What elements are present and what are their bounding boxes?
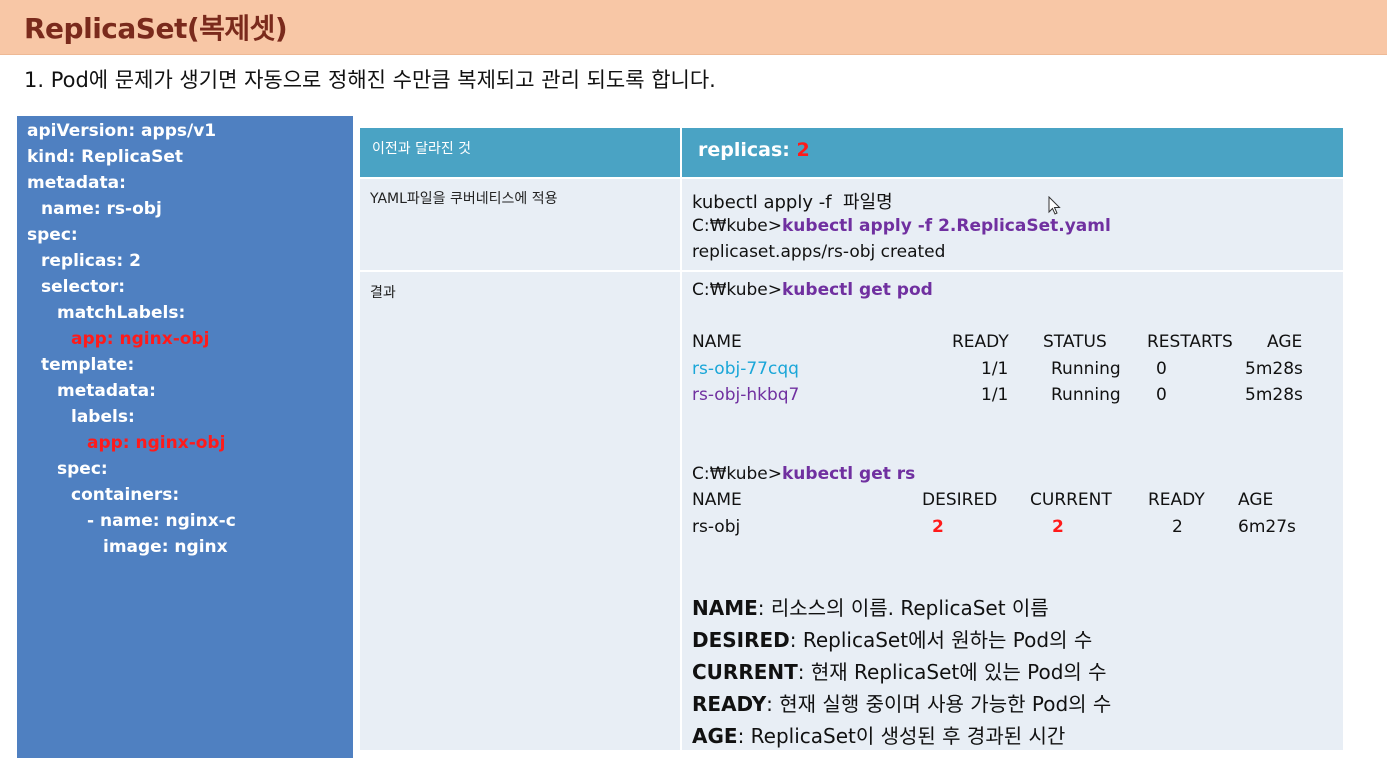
get-pod-command-line: C:₩kube>kubectl get pod [692, 280, 933, 300]
yaml-line: - name: nginx-c [87, 511, 236, 531]
pod-col-name: NAME [692, 332, 742, 352]
definition-term: READY [692, 692, 767, 716]
pod-ready: 1/1 [981, 385, 1009, 405]
command: kubectl get pod [782, 280, 933, 300]
yaml-line: replicas: 2 [41, 251, 141, 271]
rs-col-ready: READY [1148, 490, 1205, 510]
header-label: 이전과 달라진 것 [372, 141, 472, 157]
slide-title: ReplicaSet(복제셋) [24, 12, 288, 45]
yaml-line: name: rs-obj [41, 199, 162, 219]
prompt: C:₩kube> [692, 464, 782, 484]
row-label-result: 결과 [370, 285, 396, 301]
rs-col-age: AGE [1238, 490, 1274, 510]
yaml-line: selector: [41, 277, 126, 297]
prompt: C:₩kube> [692, 280, 782, 300]
yaml-line: metadata: [57, 381, 156, 401]
definition-term: CURRENT [692, 660, 798, 684]
pod-status: Running [1051, 385, 1121, 405]
pod-age: 5m28s [1245, 385, 1303, 405]
yaml-code-box: apiVersion: apps/v1 kind: ReplicaSet met… [17, 116, 353, 758]
prompt: C:₩kube> [692, 216, 782, 236]
definition-desc: : 리소스의 이름. ReplicaSet 이름 [757, 596, 1049, 620]
pod-restarts: 0 [1156, 359, 1167, 379]
pod-col-age: AGE [1267, 332, 1303, 352]
yaml-line: template: [41, 355, 135, 375]
rs-age: 6m27s [1238, 517, 1296, 537]
definition-desired: DESIRED: ReplicaSet에서 원하는 Pod의 수 [692, 624, 1092, 653]
yaml-line: kind: ReplicaSet [27, 147, 184, 167]
command: kubectl apply -f 2.ReplicaSet.yaml [782, 216, 1111, 236]
header-value-prefix: replicas: [698, 139, 797, 161]
definition-desc: : ReplicaSet에서 원하는 Pod의 수 [789, 628, 1093, 652]
pod-ready: 1/1 [981, 359, 1009, 379]
pod-age: 5m28s [1245, 359, 1303, 379]
intro-text: 1. Pod에 문제가 생기면 자동으로 정해진 수만큼 복제되고 관리 되도록… [24, 68, 716, 92]
definition-desc: : 현재 ReplicaSet에 있는 Pod의 수 [797, 660, 1107, 684]
pod-restarts: 0 [1156, 385, 1167, 405]
apply-syntax: kubectl apply -f 파일명 [692, 192, 893, 213]
definition-term: DESIRED [692, 628, 790, 652]
yaml-line: spec: [27, 225, 78, 245]
mouse-pointer-icon [1048, 196, 1061, 215]
column-divider [680, 128, 682, 750]
definition-desc: : ReplicaSet이 생성된 후 경과된 시간 [737, 724, 1066, 748]
pod-name: rs-obj-77cqq [692, 359, 799, 379]
header-value-number: 2 [796, 139, 810, 161]
yaml-line: containers: [71, 485, 180, 505]
command: kubectl get rs [782, 464, 916, 484]
header-value: replicas: 2 [698, 139, 810, 161]
pod-col-status: STATUS [1043, 332, 1107, 352]
yaml-line-highlight: app: nginx-obj [87, 433, 226, 453]
rs-col-name: NAME [692, 490, 742, 510]
table-header-row: 이전과 달라진 것 replicas: 2 [360, 128, 1343, 177]
yaml-line: image: nginx [103, 537, 228, 557]
definition-term: NAME [692, 596, 758, 620]
pod-col-restarts: RESTARTS [1147, 332, 1233, 352]
yaml-line: apiVersion: apps/v1 [27, 121, 217, 141]
yaml-line: metadata: [27, 173, 126, 193]
rs-col-current: CURRENT [1030, 490, 1112, 510]
rs-current: 2 [1052, 517, 1064, 537]
pod-status: Running [1051, 359, 1121, 379]
definition-name: NAME: 리소스의 이름. ReplicaSet 이름 [692, 592, 1049, 621]
rs-ready: 2 [1172, 517, 1183, 537]
apply-command-line: C:₩kube>kubectl apply -f 2.ReplicaSet.ya… [692, 216, 1111, 236]
pod-name: rs-obj-hkbq7 [692, 385, 800, 405]
row-label-apply: YAML파일을 쿠버네티스에 적용 [370, 191, 558, 207]
definition-age: AGE: ReplicaSet이 생성된 후 경과된 시간 [692, 720, 1065, 749]
slide-title-bar: ReplicaSet(복제셋) [0, 0, 1387, 55]
pod-col-ready: READY [952, 332, 1009, 352]
row-divider [360, 177, 1343, 179]
row-divider [360, 270, 1343, 272]
yaml-line: labels: [71, 407, 135, 427]
rs-name: rs-obj [692, 517, 741, 537]
yaml-line: matchLabels: [57, 303, 186, 323]
definition-desc: : 현재 실행 중이며 사용 가능한 Pod의 수 [766, 692, 1112, 716]
definition-term: AGE [692, 724, 738, 748]
definition-current: CURRENT: 현재 ReplicaSet에 있는 Pod의 수 [692, 656, 1107, 685]
definition-ready: READY: 현재 실행 중이며 사용 가능한 Pod의 수 [692, 688, 1111, 717]
comparison-table: 이전과 달라진 것 replicas: 2 YAML파일을 쿠버네티스에 적용 … [360, 128, 1343, 750]
yaml-line-highlight: app: nginx-obj [71, 329, 210, 349]
rs-desired: 2 [932, 517, 944, 537]
yaml-line: spec: [57, 459, 108, 479]
get-rs-command-line: C:₩kube>kubectl get rs [692, 464, 915, 484]
rs-col-desired: DESIRED [922, 490, 998, 510]
apply-output: replicaset.apps/rs-obj created [692, 242, 946, 262]
